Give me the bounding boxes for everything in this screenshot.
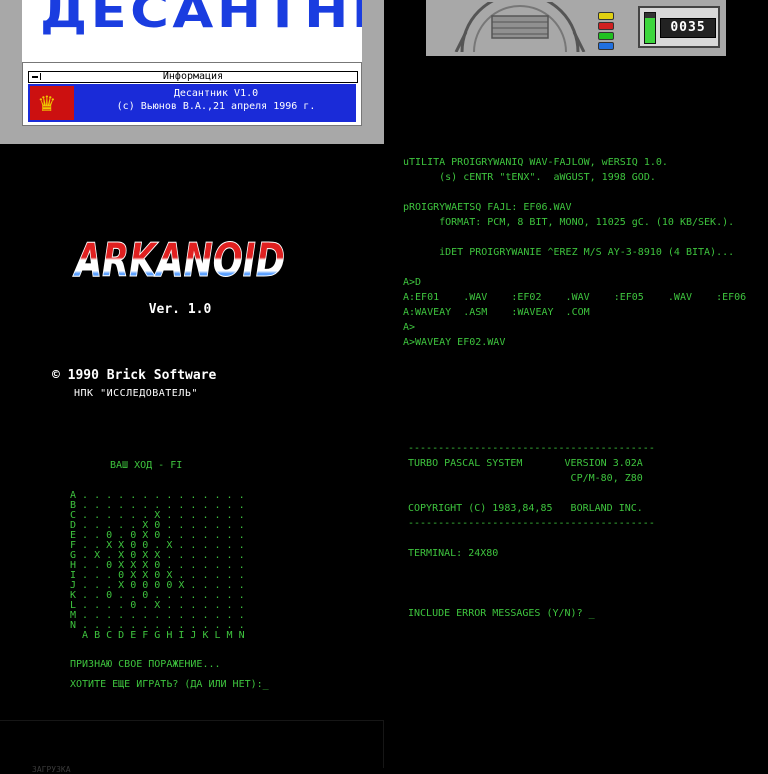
- tape-player-panel: 0035: [426, 0, 726, 56]
- turbo-pascal-line: ----------------------------------------…: [408, 444, 655, 454]
- turbo-pascal-line: INCLUDE ERROR MESSAGES (Y/N)? _: [408, 608, 595, 619]
- wav-utility-line: A:EF01 .WAV :EF02 .WAV :EF05 .WAV :EF06 …: [403, 292, 768, 303]
- bottom-empty-panel: ЗАГРУЗКА: [0, 720, 384, 774]
- tape-reel-icon: [454, 2, 586, 52]
- arkanoid-copyright: © 1990 Brick Software: [52, 368, 217, 383]
- turbo-pascal-console[interactable]: ----------------------------------------…: [408, 444, 668, 634]
- status-led-icon: [598, 22, 614, 30]
- info-titlebar: Информация: [28, 71, 358, 83]
- seabattle-grid: A . . . . . . . . . . . . . .B . . . . .…: [70, 491, 245, 641]
- turbo-pascal-line: [408, 594, 668, 609]
- wav-utility-line: A>: [403, 322, 416, 333]
- wav-utility-line: A>D: [403, 277, 422, 288]
- turbo-pascal-line: [408, 489, 668, 504]
- seabattle-grid-row: A B C D E F G H I J K L M N: [70, 630, 245, 641]
- wav-utility-console: uTILITA PROIGRYWANIQ WAV-FAJLOW, wERSIQ …: [403, 158, 768, 358]
- turbo-pascal-line: [408, 579, 668, 594]
- wav-utility-line: [403, 263, 768, 278]
- wav-utility-line: (s) cENTR "tENX". aWGUST, 1998 GOD.: [403, 172, 656, 183]
- seabattle-defeat-message: ПРИЗНАЮ СВОЕ ПОРАЖЕНИЕ...: [70, 659, 221, 670]
- info-product-line: Десантник V1.0: [173, 88, 259, 99]
- turbo-pascal-line: ----------------------------------------…: [408, 518, 655, 529]
- turbo-pascal-line: TERMINAL: 24X80: [408, 548, 499, 559]
- tape-counter-box: 0035: [638, 6, 720, 48]
- turbo-pascal-line: [408, 534, 668, 549]
- status-led-icon: [598, 32, 614, 40]
- desantnik-window: ДЕСАНТНИК Информация ♛ Десантник V1.0 (c…: [0, 0, 384, 144]
- info-copyright-line: (c) Вьюнов В.А.,21 апреля 1996 г.: [116, 101, 316, 112]
- arkanoid-logo-text: ARKANOID: [73, 233, 285, 287]
- arkanoid-logo: ARKANOID: [72, 233, 285, 288]
- arkanoid-version: Ver. 1.0: [148, 302, 212, 317]
- tape-counter: 0035: [660, 18, 716, 38]
- arkanoid-org: НПК "ИССЛЕДОВАТЕЛЬ": [74, 388, 198, 399]
- wav-utility-line: fORMAT: PCM, 8 BIT, MONO, 11025 gC. (10 …: [403, 217, 735, 228]
- turbo-pascal-line: COPYRIGHT (C) 1983,84,85 BORLAND INC.: [408, 503, 643, 514]
- wav-utility-line: [403, 188, 768, 203]
- status-led-icon: [598, 42, 614, 50]
- info-dialog: Информация ♛ Десантник V1.0 (c) Вьюнов В…: [22, 62, 362, 126]
- tape-status-leds: [596, 10, 616, 50]
- arkanoid-title-screen: ARKANOID Ver. 1.0 © 1990 Brick Software …: [0, 144, 384, 414]
- wav-utility-line: A:WAVEAY .ASM :WAVEAY .COM: [403, 307, 590, 318]
- seabattle-replay-prompt[interactable]: ХОТИТЕ ЕЩЕ ИГРАТЬ? (ДА ИЛИ НЕТ):_: [70, 680, 269, 690]
- double-headed-eagle-icon: ♛: [30, 86, 74, 120]
- info-dialog-title: Информация: [162, 71, 224, 82]
- turbo-pascal-line: CP/M-80, Z80: [408, 473, 643, 484]
- info-dialog-body: ♛ Десантник V1.0 (c) Вьюнов В.А.,21 апре…: [28, 84, 356, 122]
- wav-utility-line: [403, 233, 768, 248]
- status-led-icon: [598, 12, 614, 20]
- wav-utility-line: iDET PROIGRYWANIE ^EREZ M/S AY-3-8910 (4…: [403, 247, 735, 258]
- bottom-status-text: ЗАГРУЗКА: [32, 765, 71, 774]
- wav-utility-line: A>WAVEAY EF02.WAV: [403, 337, 506, 348]
- wav-utility-line: pROIGRYWAETSQ FAJL: EF06.WAV: [403, 202, 572, 213]
- turbo-pascal-line: TURBO PASCAL SYSTEM VERSION 3.02A: [408, 458, 643, 469]
- tape-level-meter: [644, 12, 656, 44]
- seabattle-turn-title: ВАШ ХОД - FI: [110, 460, 183, 471]
- wav-utility-line: uTILITA PROIGRYWANIQ WAV-FAJLOW, wERSIQ …: [403, 158, 668, 168]
- desantnik-banner: ДЕСАНТНИК: [22, 0, 362, 62]
- turbo-pascal-line: [408, 564, 668, 579]
- desantnik-logo: ДЕСАНТНИК: [40, 0, 362, 38]
